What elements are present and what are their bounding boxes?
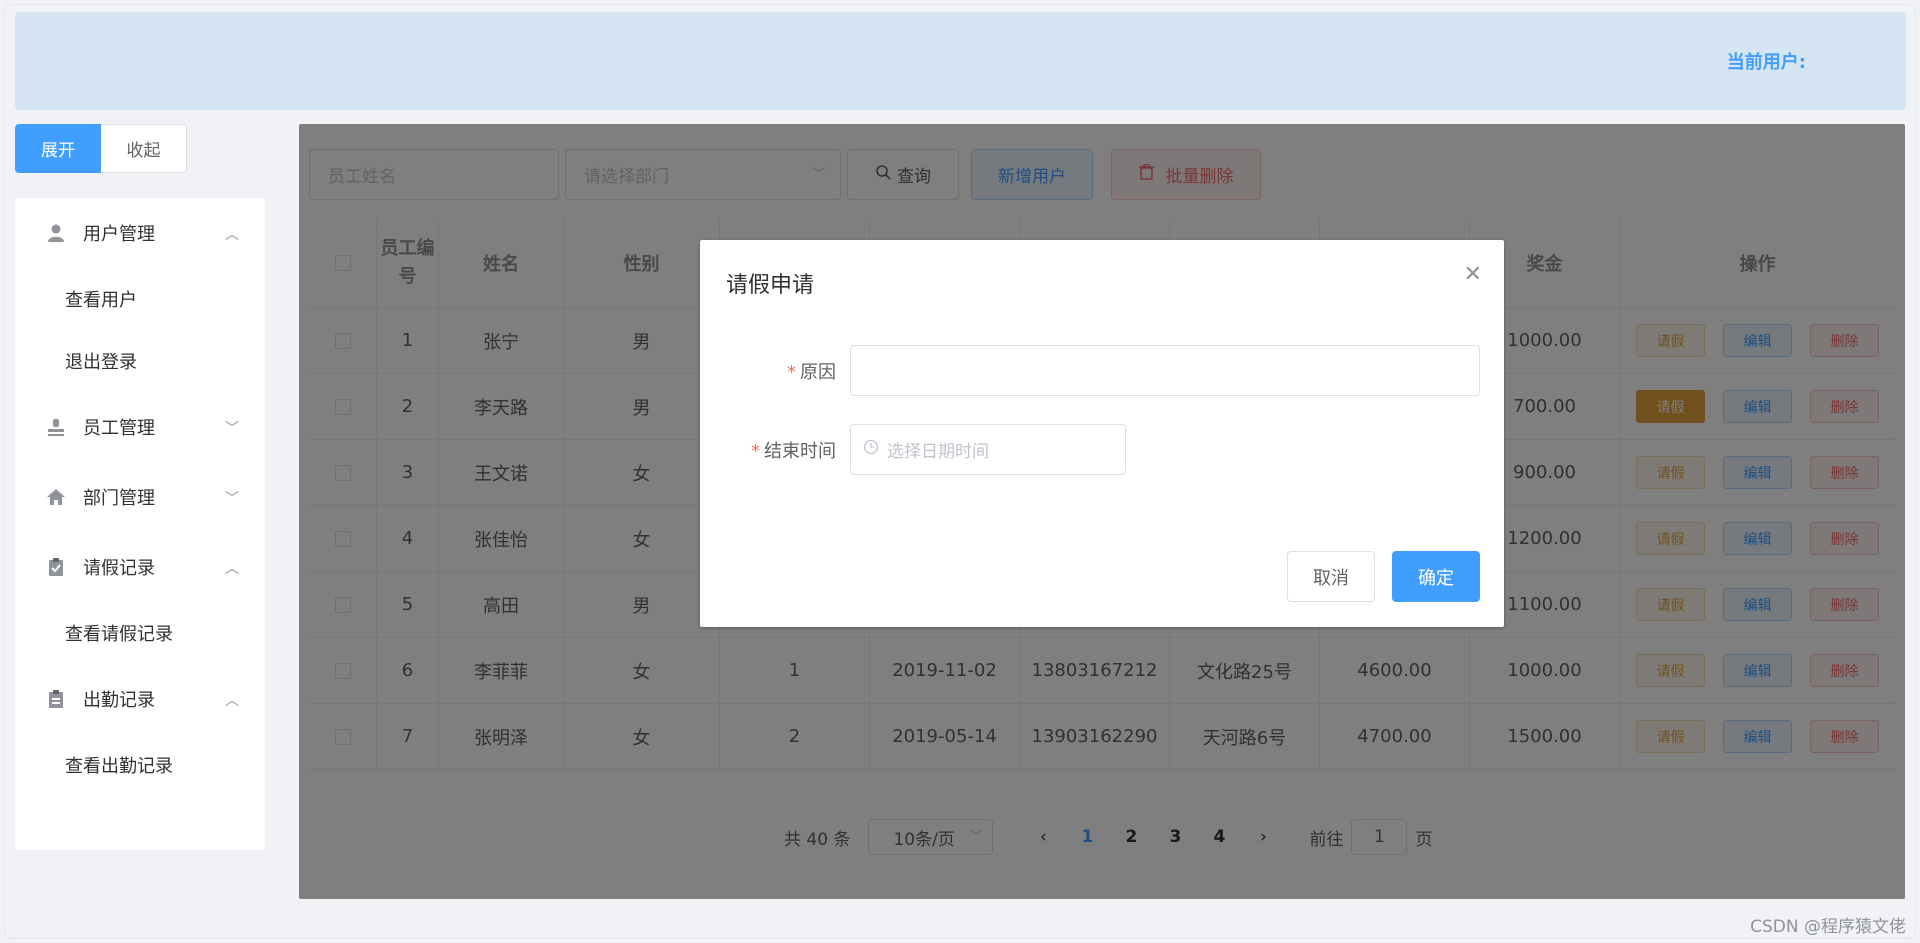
employee-icon bbox=[45, 416, 67, 438]
leave-request-dialog: 请假申请 ✕ * 原因 * 结束时间 选择日期时间 取消 确定 bbox=[700, 240, 1504, 627]
end-time-row: * 结束时间 选择日期时间 bbox=[726, 424, 1126, 475]
menu-label: 员工管理 bbox=[83, 418, 155, 439]
sidebar-item-logout[interactable]: 退出登录 bbox=[15, 330, 265, 392]
sidebar-item-view-attendance[interactable]: 查看出勤记录 bbox=[15, 734, 265, 796]
confirm-button[interactable]: 确定 bbox=[1392, 551, 1480, 602]
end-time-picker[interactable]: 选择日期时间 bbox=[850, 424, 1126, 475]
menu-user-management[interactable]: 用户管理 ︿ bbox=[15, 198, 265, 268]
home-icon bbox=[45, 486, 67, 508]
user-icon bbox=[45, 222, 67, 244]
menu-leave-records[interactable]: 请假记录 ︿ bbox=[15, 532, 265, 602]
reason-row: * 原因 bbox=[726, 345, 1480, 396]
menu-label: 请假记录 bbox=[83, 558, 155, 579]
menu-employee-management[interactable]: 员工管理 ﹀ bbox=[15, 392, 265, 462]
chevron-down-icon: ﹀ bbox=[225, 491, 239, 507]
expand-button[interactable]: 展开 bbox=[15, 124, 101, 173]
menu-department-management[interactable]: 部门管理 ﹀ bbox=[15, 462, 265, 532]
reason-label: * 原因 bbox=[787, 361, 836, 383]
chevron-up-icon: ︿ bbox=[225, 693, 239, 709]
sidebar-item-view-users[interactable]: 查看用户 bbox=[15, 268, 265, 330]
chevron-down-icon: ﹀ bbox=[225, 421, 239, 437]
menu-label: 出勤记录 bbox=[83, 690, 155, 711]
menu-label: 用户管理 bbox=[83, 224, 155, 245]
close-icon[interactable]: ✕ bbox=[1464, 262, 1482, 287]
sidebar: 用户管理 ︿ 查看用户 退出登录 员工管理 ﹀ 部门管理 ﹀ 请假记录 ︿ 查看… bbox=[15, 198, 265, 850]
sidebar-item-view-leave[interactable]: 查看请假记录 bbox=[15, 602, 265, 664]
clock-icon bbox=[863, 439, 879, 460]
current-user-label: 当前用户: bbox=[1726, 52, 1806, 73]
menu-label: 部门管理 bbox=[83, 488, 155, 509]
sidebar-toggle-group: 展开 收起 bbox=[15, 124, 187, 173]
dialog-title: 请假申请 bbox=[726, 273, 815, 298]
watermark: CSDN @程序猿文佬 bbox=[1750, 917, 1906, 937]
end-time-placeholder: 选择日期时间 bbox=[887, 442, 989, 462]
clipboard-icon bbox=[45, 688, 67, 710]
menu-attendance-records[interactable]: 出勤记录 ︿ bbox=[15, 664, 265, 734]
top-header: 当前用户: bbox=[15, 12, 1906, 110]
end-time-label: * 结束时间 bbox=[751, 440, 836, 462]
chevron-up-icon: ︿ bbox=[225, 561, 239, 577]
collapse-button[interactable]: 收起 bbox=[101, 124, 187, 173]
chevron-up-icon: ︿ bbox=[225, 227, 239, 243]
cancel-button[interactable]: 取消 bbox=[1287, 551, 1375, 602]
reason-input[interactable] bbox=[850, 345, 1480, 396]
clipboard-check-icon bbox=[45, 556, 67, 578]
